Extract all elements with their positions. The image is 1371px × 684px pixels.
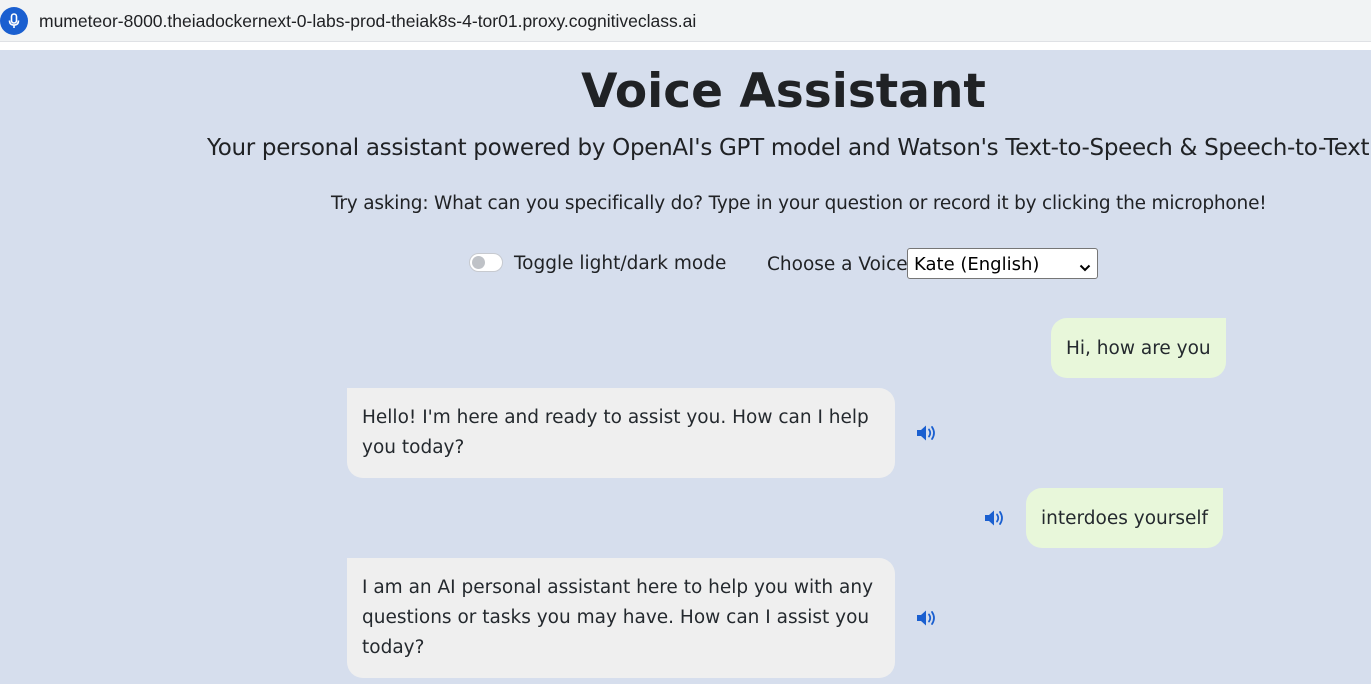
toggle-knob — [472, 256, 485, 269]
voice-select-label: Choose a Voice — [767, 254, 908, 275]
browser-address-bar[interactable]: mumeteor-8000.theiadockernext-0-labs-pro… — [0, 0, 1371, 42]
voice-select-value: Kate (English) — [914, 254, 1040, 275]
chevron-down-icon — [1079, 258, 1091, 277]
usage-hint: Try asking: What can you specifically do… — [331, 193, 1267, 214]
microphone-icon[interactable] — [0, 7, 28, 35]
toolbar-divider — [0, 42, 1371, 50]
voice-select[interactable]: Kate (English) — [907, 248, 1098, 279]
speaker-icon[interactable] — [916, 424, 938, 442]
user-message: Hi, how are you — [1051, 318, 1226, 378]
theme-toggle-switch[interactable] — [469, 253, 503, 272]
speaker-icon[interactable] — [984, 509, 1006, 527]
page-subtitle: Your personal assistant powered by OpenA… — [207, 135, 1370, 161]
assistant-message: I am an AI personal assistant here to he… — [347, 558, 895, 678]
assistant-message: Hello! I'm here and ready to assist you.… — [347, 388, 895, 478]
user-message: interdoes yourself — [1026, 488, 1224, 548]
theme-toggle-label: Toggle light/dark mode — [514, 253, 727, 274]
speaker-icon[interactable] — [916, 609, 938, 627]
url-text[interactable]: mumeteor-8000.theiadockernext-0-labs-pro… — [39, 11, 696, 32]
page-title: Voice Assistant — [581, 64, 986, 119]
